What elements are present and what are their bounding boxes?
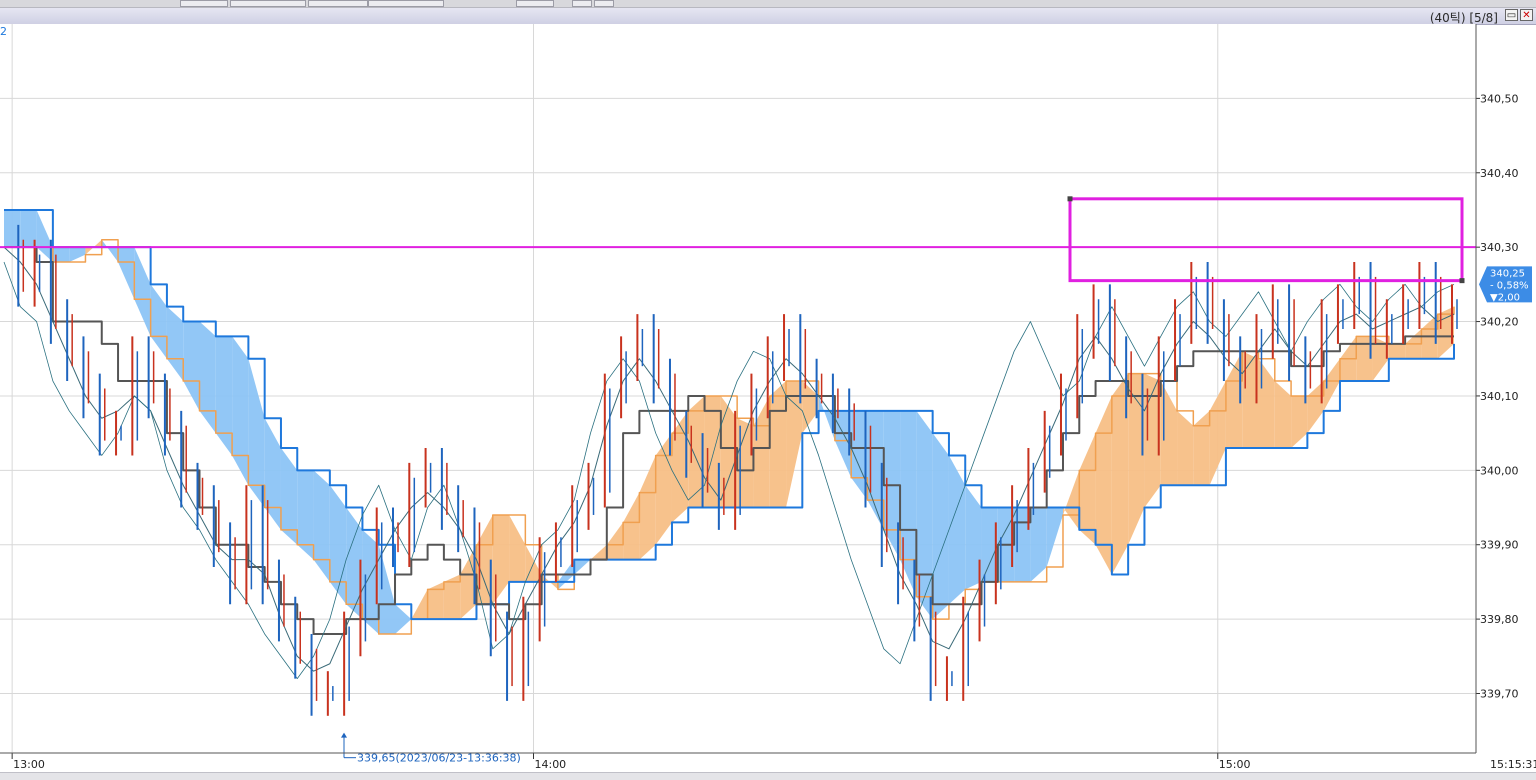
y-tick-label: 340,10 bbox=[1480, 390, 1519, 403]
candlestick-chart[interactable]: 339,65(2023/06/23-13:36:38) 340,50 340,40… bbox=[0, 24, 1536, 774]
y-axis: 340,50 340,40 340,30 340,20 340,10 340,00 339,… bbox=[1475, 24, 1532, 753]
cloud-segment bbox=[932, 433, 949, 620]
toolbar-field[interactable] bbox=[368, 0, 444, 7]
low-annotation-label: 339,65(2023/06/23-13:36:38) bbox=[357, 752, 521, 765]
x-tick-label: 13:00 bbox=[13, 758, 45, 771]
toolbar-strip bbox=[0, 0, 1536, 8]
toolbar-button[interactable] bbox=[516, 0, 554, 7]
current-price-text: - 0,58% bbox=[1490, 280, 1529, 291]
current-price-text: 340,25 bbox=[1490, 268, 1525, 279]
toolbar-field[interactable] bbox=[308, 0, 368, 7]
y-tick-label: 340,00 bbox=[1480, 464, 1519, 477]
y-tick-label: 340,30 bbox=[1480, 241, 1519, 254]
symbol-tag: 2 bbox=[0, 25, 7, 38]
rectangle-handle bbox=[1459, 278, 1465, 284]
last-time-label: 15:15:31 bbox=[1490, 758, 1536, 771]
current-price-text: ▼2,00 bbox=[1490, 292, 1520, 303]
toolbar-button[interactable] bbox=[572, 0, 592, 7]
x-tick-label: 14:00 bbox=[534, 758, 566, 771]
x-tick-label: 15:00 bbox=[1219, 758, 1251, 771]
y-tick-label: 340,20 bbox=[1480, 316, 1519, 329]
y-tick-label: 340,50 bbox=[1480, 92, 1519, 105]
close-icon[interactable]: ✕ bbox=[1520, 9, 1533, 21]
x-axis: 13:00 14:00 15:00 15:15:31 bbox=[0, 752, 1536, 771]
toolbar-button[interactable] bbox=[594, 0, 614, 7]
toolbar-field[interactable] bbox=[230, 0, 306, 7]
rectangle-handle bbox=[1067, 196, 1073, 202]
y-tick-label: 340,40 bbox=[1480, 167, 1519, 180]
cloud-segment bbox=[1388, 343, 1406, 359]
y-tick-label: 339,70 bbox=[1480, 687, 1519, 700]
cloud-segment bbox=[297, 470, 314, 560]
toolbar-field[interactable] bbox=[180, 0, 228, 7]
chart-window-titlebar: (40틱) [5/8] ▭ ✕ bbox=[0, 8, 1536, 25]
y-tick-label: 339,80 bbox=[1480, 613, 1519, 626]
y-tick-label: 339,90 bbox=[1480, 539, 1519, 552]
restore-icon[interactable]: ▭ bbox=[1505, 9, 1518, 21]
